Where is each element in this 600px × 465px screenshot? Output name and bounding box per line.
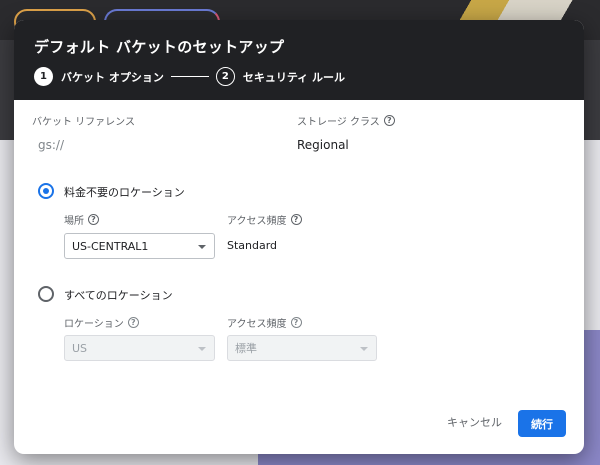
free-location-radio-label[interactable]: 料金不要のロケーション [64, 184, 185, 200]
help-icon[interactable]: ? [383, 115, 395, 126]
location-select[interactable]: US-CENTRAL1 [64, 233, 215, 259]
bucket-reference-label-text: バケット リファレンス [32, 117, 135, 128]
access-frequency-label-text: アクセス頻度 [227, 216, 287, 227]
step-label: セキュリティ ルール [242, 70, 346, 84]
help-icon[interactable]: ? [290, 214, 302, 225]
help-icon[interactable]: ? [127, 317, 139, 328]
access-frequency-value: Standard [227, 239, 278, 252]
all-location-select[interactable]: US [64, 335, 215, 361]
step-bucket-options: 1 バケット オプション [34, 67, 164, 86]
all-access-frequency-select[interactable]: 標準 [227, 335, 377, 361]
storage-class-label-text: ストレージ クラス [297, 117, 380, 128]
setup-dialog: デフォルト バケットのセットアップ 1 バケット オプション 2 セキュリティ … [14, 20, 584, 454]
step-connector [170, 76, 209, 77]
all-location-label-text: ロケーション [64, 319, 124, 330]
dialog-header: デフォルト バケットのセットアップ 1 バケット オプション 2 セキュリティ … [14, 20, 584, 100]
chevron-down-icon [198, 245, 206, 249]
step-security-rules: 2 セキュリティ ルール [215, 67, 346, 86]
all-location-select-value: US [72, 341, 88, 355]
location-label-text: 場所 [64, 216, 84, 227]
step-label: バケット オプション [61, 70, 164, 84]
cancel-button[interactable]: キャンセル [439, 409, 510, 435]
stepper: 1 バケット オプション 2 セキュリティ ルール [34, 67, 564, 86]
step-number: 1 [34, 67, 53, 86]
bucket-reference-label: バケット リファレンス [32, 113, 135, 128]
help-icon[interactable]: ? [290, 317, 302, 328]
chevron-down-icon [198, 347, 206, 351]
help-icon[interactable]: ? [88, 214, 99, 225]
step-number: 2 [215, 67, 235, 86]
all-locations-radio-label[interactable]: すべてのロケーション [64, 287, 173, 303]
dialog-body: バケット リファレンス gs:// ストレージ クラス ? Regional 料… [14, 100, 584, 454]
all-access-frequency-select-value: 標準 [235, 342, 257, 355]
chevron-down-icon [360, 347, 368, 351]
all-location-label: ロケーション ? [64, 315, 139, 330]
bucket-reference-value: gs:// [38, 138, 64, 152]
location-select-value: US-CENTRAL1 [72, 239, 149, 253]
all-locations-radio[interactable] [38, 286, 54, 302]
free-location-radio[interactable] [38, 183, 54, 199]
location-label: 場所 ? [64, 212, 99, 227]
continue-button[interactable]: 続行 [518, 410, 566, 437]
access-frequency-label: アクセス頻度 ? [227, 212, 302, 227]
dialog-title: デフォルト バケットのセットアップ [34, 38, 285, 56]
all-access-frequency-label: アクセス頻度 ? [227, 315, 302, 330]
storage-class-value: Regional [297, 138, 349, 152]
storage-class-label: ストレージ クラス ? [297, 113, 395, 128]
all-access-frequency-label-text: アクセス頻度 [227, 319, 287, 330]
